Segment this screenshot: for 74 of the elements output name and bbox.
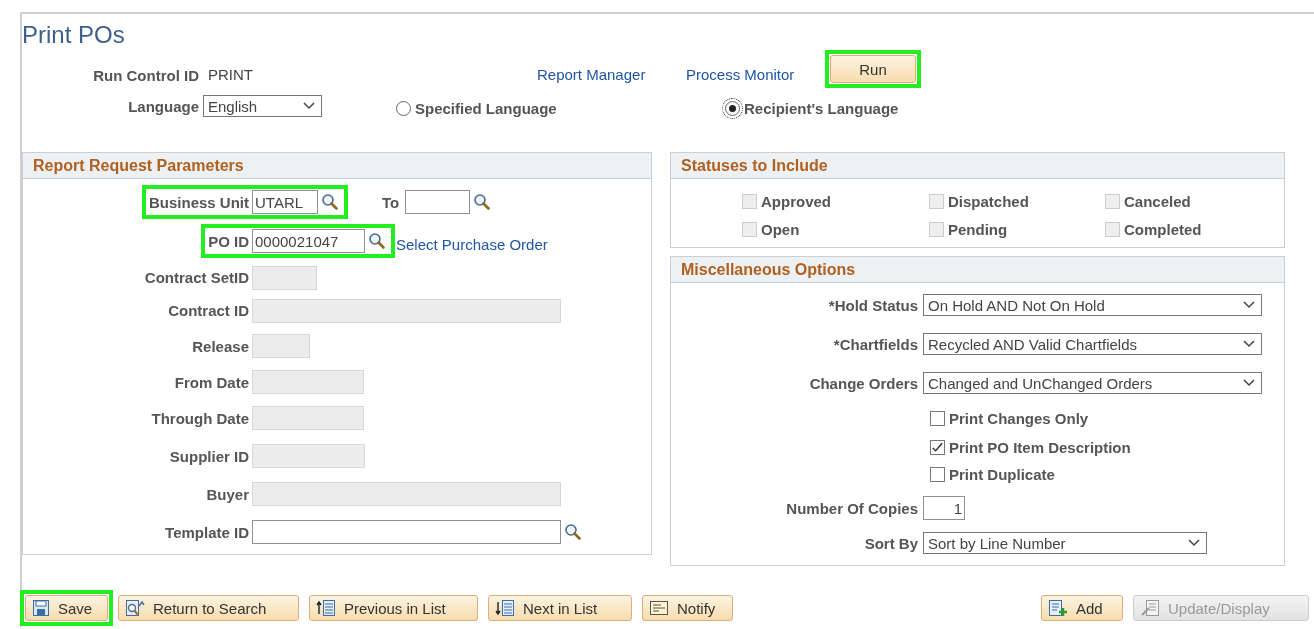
checkbox-label: Print Changes Only xyxy=(949,409,1089,427)
field-value: PRINT xyxy=(208,66,253,83)
chevron-down-icon xyxy=(1188,539,1200,547)
arrow-up-list-icon xyxy=(316,599,336,617)
page-title: Print POs xyxy=(22,21,125,49)
field-label: Contract SetID xyxy=(144,269,249,286)
chevron-down-icon xyxy=(1243,340,1255,348)
add-document-icon xyxy=(1048,599,1068,617)
field-label: Change Orders xyxy=(809,374,918,392)
select-purchase-order-link[interactable]: Select Purchase Order xyxy=(396,229,548,253)
radio-label: Recipient's Language xyxy=(744,99,899,117)
checkbox-label: Print Duplicate xyxy=(949,465,1055,483)
run-button[interactable]: Run xyxy=(830,55,916,83)
field-label: Run Control ID xyxy=(93,66,199,84)
field-label: Contract ID xyxy=(168,302,249,319)
field-label: Through Date xyxy=(151,409,249,427)
dropdown-field[interactable]: Sort by Line Number xyxy=(923,532,1207,554)
save-button[interactable]: Save xyxy=(25,595,108,621)
field-label: *Hold Status xyxy=(828,296,918,314)
notify-button[interactable]: Notify xyxy=(642,595,733,621)
checkbox[interactable] xyxy=(930,466,945,482)
radio-label: Specified Language xyxy=(415,99,557,117)
arrow-down-list-icon xyxy=(495,599,515,617)
panel-title: Miscellaneous Options xyxy=(681,260,856,279)
search-document-icon xyxy=(125,599,145,617)
radio-button[interactable] xyxy=(396,100,411,116)
report-manager-link[interactable]: Report Manager xyxy=(537,66,646,83)
add-button[interactable]: Add xyxy=(1041,595,1123,621)
edit-document-icon xyxy=(1140,599,1160,617)
input-field[interactable] xyxy=(252,520,561,544)
next-button[interactable]: Next in List xyxy=(488,595,632,621)
field-label: Template ID xyxy=(165,523,249,541)
checkbox-label: Completed xyxy=(1124,220,1202,238)
checkbox-label: Pending xyxy=(948,220,1008,238)
field-label: *Chartfields xyxy=(833,335,918,353)
field-label: To xyxy=(382,193,400,211)
search-icon[interactable] xyxy=(564,523,582,541)
field-label: From Date xyxy=(174,373,249,391)
panel-title: Statuses to Include xyxy=(681,156,828,175)
field-label: Supplier ID xyxy=(169,447,249,465)
input-field[interactable]: 0000021047 xyxy=(252,229,365,253)
chevron-down-icon xyxy=(1243,301,1255,309)
dropdown-field[interactable]: Changed and UnChanged Orders xyxy=(923,372,1262,394)
dropdown-field[interactable]: Recycled AND Valid Chartfields xyxy=(923,333,1262,355)
checkbox-label: Open xyxy=(761,220,800,238)
checkbox-label: Dispatched xyxy=(948,192,1029,210)
return-button[interactable]: Return to Search xyxy=(118,595,299,621)
input-field[interactable]: 1 xyxy=(923,496,965,520)
field-label: Number Of Copies xyxy=(786,499,918,517)
field-label: PO ID xyxy=(208,232,249,250)
field-label: Language xyxy=(128,97,199,115)
search-icon[interactable] xyxy=(473,193,492,211)
checkbox[interactable] xyxy=(930,410,945,426)
note-icon xyxy=(649,600,669,616)
field-label: Sort By xyxy=(864,534,918,552)
dropdown-field[interactable]: On Hold AND Not On Hold xyxy=(923,294,1262,316)
field-label: Buyer xyxy=(206,485,249,503)
radio-button[interactable] xyxy=(725,100,740,116)
chevron-down-icon xyxy=(303,102,315,110)
panel-title: Report Request Parameters xyxy=(33,156,244,175)
search-icon[interactable] xyxy=(368,232,386,250)
chevron-down-icon xyxy=(1243,379,1255,387)
checkbox-label: Approved xyxy=(761,192,831,210)
language-select[interactable]: English xyxy=(203,95,322,117)
field-label: Business Unit xyxy=(148,193,249,211)
previous-button[interactable]: Previous in List xyxy=(309,595,478,621)
process-monitor-link[interactable]: Process Monitor xyxy=(686,66,795,83)
checkbox-label: Print PO Item Description xyxy=(949,438,1131,456)
field-label: Release xyxy=(192,337,249,355)
input-field[interactable] xyxy=(405,190,471,214)
search-icon[interactable] xyxy=(321,193,339,211)
checkbox-label: Canceled xyxy=(1124,192,1191,210)
checkbox[interactable] xyxy=(930,439,945,455)
input-field[interactable]: UTARL xyxy=(252,190,318,214)
